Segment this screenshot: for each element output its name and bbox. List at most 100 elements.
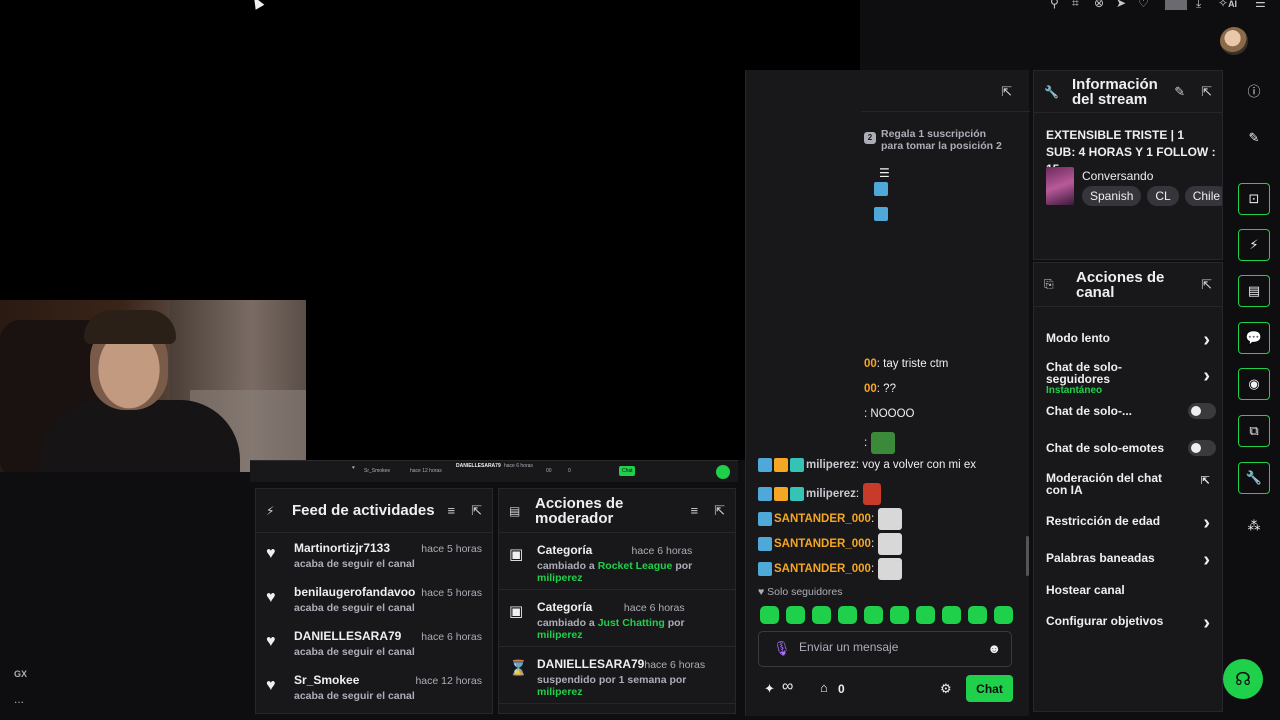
filter-icon[interactable]: ≡	[448, 503, 456, 519]
broadcast-icon[interactable]: ◉	[1238, 368, 1270, 400]
channel-action-label: Chat de solo-seguidores	[1046, 360, 1123, 386]
share-nodes-icon[interactable]: ⁂	[1238, 510, 1270, 542]
channel-action-row[interactable]: Chat de solo-seguidores Instantáneo ›	[1046, 361, 1216, 396]
chat-username[interactable]: SANTANDER_000	[774, 513, 871, 525]
emote-icon[interactable]	[812, 606, 831, 624]
emote-icon[interactable]	[838, 606, 857, 624]
emote-icon[interactable]	[968, 606, 987, 624]
chat-scrollbar[interactable]	[1026, 536, 1029, 576]
activity-username[interactable]: Sr_Smokee	[294, 673, 359, 687]
emote-icon[interactable]	[890, 606, 909, 624]
channel-action-row[interactable]: Palabras baneadas ›	[1046, 549, 1216, 571]
emote-icon[interactable]	[994, 606, 1013, 624]
popout-icon[interactable]: ⇱	[1201, 84, 1212, 100]
mod-action-value[interactable]: Rocket League	[598, 560, 673, 572]
activity-username[interactable]: benilaugerofandavoo	[294, 585, 415, 599]
edit-pencil-icon[interactable]: ✎	[1174, 84, 1185, 100]
stream-tag[interactable]: Spanish	[1082, 186, 1142, 206]
popout-icon[interactable]: ⇱	[714, 503, 725, 519]
bolt-icon[interactable]: ⚡	[1238, 229, 1270, 261]
mod-action-item[interactable]: ▣ Categoría hace 6 horas cambiado a Just Ch…	[499, 590, 735, 647]
emote-icon[interactable]	[760, 606, 779, 624]
store-icon[interactable]: ⌂	[820, 680, 828, 695]
stream-tags: Spanish CL Chile	[1082, 186, 1222, 206]
emote-icon[interactable]	[942, 606, 961, 624]
activity-item[interactable]: ♥ Martinortizjr7133 hace 5 horas acaba de s…	[256, 533, 492, 577]
heart-icon[interactable]: ♡	[1138, 0, 1149, 10]
camera-snapshot-icon[interactable]: ⊡	[1238, 183, 1270, 215]
chat-username[interactable]: 00	[864, 358, 877, 370]
category-name[interactable]: Conversando	[1082, 169, 1153, 183]
channel-action-row[interactable]: Configurar objetivos ›	[1046, 612, 1216, 634]
activity-username[interactable]: Martinortizjr7133	[294, 541, 390, 555]
wrench-icon[interactable]: 🔧	[1238, 462, 1270, 494]
chat-username[interactable]: miliperez	[806, 488, 856, 500]
emoji-picker-icon[interactable]: ☻	[987, 641, 1001, 656]
avatar[interactable]	[1220, 27, 1248, 55]
emote-icon[interactable]	[864, 606, 883, 624]
chat-username[interactable]: miliperez	[806, 459, 856, 471]
channel-action-row[interactable]: Hostear canal	[1046, 583, 1216, 597]
mod-action-item[interactable]: ▣ Categoría hace 6 horas cambiado a Rocket …	[499, 533, 735, 590]
toggle-switch[interactable]	[1188, 440, 1216, 456]
channel-action-row[interactable]: Chat de solo-emotes	[1046, 440, 1216, 456]
menu-icon[interactable]: ☰	[1255, 0, 1266, 10]
chat-filter-icon[interactable]: ☰	[879, 166, 890, 180]
microphone-icon[interactable]: 🎙	[773, 640, 791, 657]
moderator-badge-icon	[758, 487, 772, 501]
activity-list: ♥ Martinortizjr7133 hace 5 horas acaba de s…	[256, 533, 492, 709]
more-dots[interactable]: ...	[14, 692, 24, 706]
category-icon: ▣	[509, 546, 524, 563]
popout-icon[interactable]: ⇱	[1201, 277, 1212, 293]
toggle-switch[interactable]	[1188, 403, 1216, 419]
activity-item[interactable]: ♥ benilaugerofandavoo hace 5 horas acaba de…	[256, 577, 492, 621]
filter-icon[interactable]: ≡	[691, 503, 699, 519]
mod-action-time: hace 6 horas	[623, 602, 685, 614]
popout-icon[interactable]: ⇱	[471, 503, 482, 519]
x-circle-icon[interactable]: ⊗	[1094, 0, 1104, 10]
activity-username[interactable]: DANIELLESARA79	[294, 629, 401, 643]
popout-icon[interactable]: ⇱	[1001, 84, 1012, 100]
stream-tag[interactable]: Chile	[1184, 186, 1222, 206]
mod-action-item[interactable]: ⌛ DANIELLESARA79 hace 6 horas suspendido po…	[499, 647, 735, 704]
activity-item[interactable]: ♥ Sr_Smokee hace 12 horas acaba de seguir e…	[256, 665, 492, 709]
document-icon[interactable]: ▤	[1238, 275, 1270, 307]
chat-message-input[interactable]	[799, 640, 979, 654]
crop-icon[interactable]: ⌗	[1072, 0, 1079, 11]
stream-tag[interactable]: CL	[1147, 186, 1179, 206]
santa-emote-icon	[863, 483, 882, 505]
category-icon: ▣	[509, 603, 524, 620]
settings-gear-icon[interactable]: ⚙	[940, 681, 952, 697]
category-thumbnail[interactable]	[1046, 167, 1074, 205]
gift-sub-leaderboard[interactable]: Regala 1 suscripción para tomar la posic…	[881, 128, 1002, 152]
emote-icon[interactable]	[916, 606, 935, 624]
chat-bubble-icon[interactable]: 💬	[1238, 322, 1270, 354]
channel-points-count[interactable]: ∞	[782, 678, 793, 696]
store-count: 0	[838, 682, 845, 696]
channel-action-row[interactable]: Restricción de edad ›	[1046, 512, 1216, 534]
chat-send-button[interactable]: Chat	[966, 675, 1013, 702]
chat-username[interactable]: SANTANDER_000	[774, 563, 871, 575]
activity-item[interactable]: ♥ DANIELLESARA79 hace 6 horas acaba de segu…	[256, 621, 492, 665]
edit-pencil-icon[interactable]: ✎	[1238, 122, 1270, 154]
info-icon[interactable]: ⓘ	[1238, 76, 1270, 108]
mod-action-value[interactable]: Just Chatting	[598, 617, 665, 629]
chevron-right-icon: ›	[1203, 612, 1210, 634]
channel-action-row[interactable]: Modo lento ›	[1046, 329, 1216, 351]
channel-action-row[interactable]: Moderación del chat con IA ⇱	[1046, 472, 1216, 496]
mod-action-by[interactable]: miliperez	[537, 686, 705, 698]
headset-help-icon[interactable]: ☊	[1223, 659, 1263, 699]
emote-icon[interactable]	[786, 606, 805, 624]
channel-action-row[interactable]: Chat de solo-...	[1046, 403, 1216, 419]
bell-icon[interactable]: ⚲	[1050, 0, 1059, 10]
mod-view-icon[interactable]: ⧉	[1238, 415, 1270, 447]
mod-action-by[interactable]: miliperez	[537, 629, 685, 641]
channel-points-icon[interactable]: ✦	[764, 681, 775, 697]
ai-badge-icon[interactable]: ✧AI	[1218, 0, 1237, 10]
mod-action-pre: cambiado a	[537, 560, 598, 572]
send-icon[interactable]: ➤	[1116, 0, 1126, 10]
download-icon[interactable]: ⤓	[1196, 0, 1201, 11]
chat-username[interactable]: 00	[864, 383, 877, 395]
chat-username[interactable]: SANTANDER_000	[774, 538, 871, 550]
mod-action-by[interactable]: miliperez	[537, 572, 692, 584]
